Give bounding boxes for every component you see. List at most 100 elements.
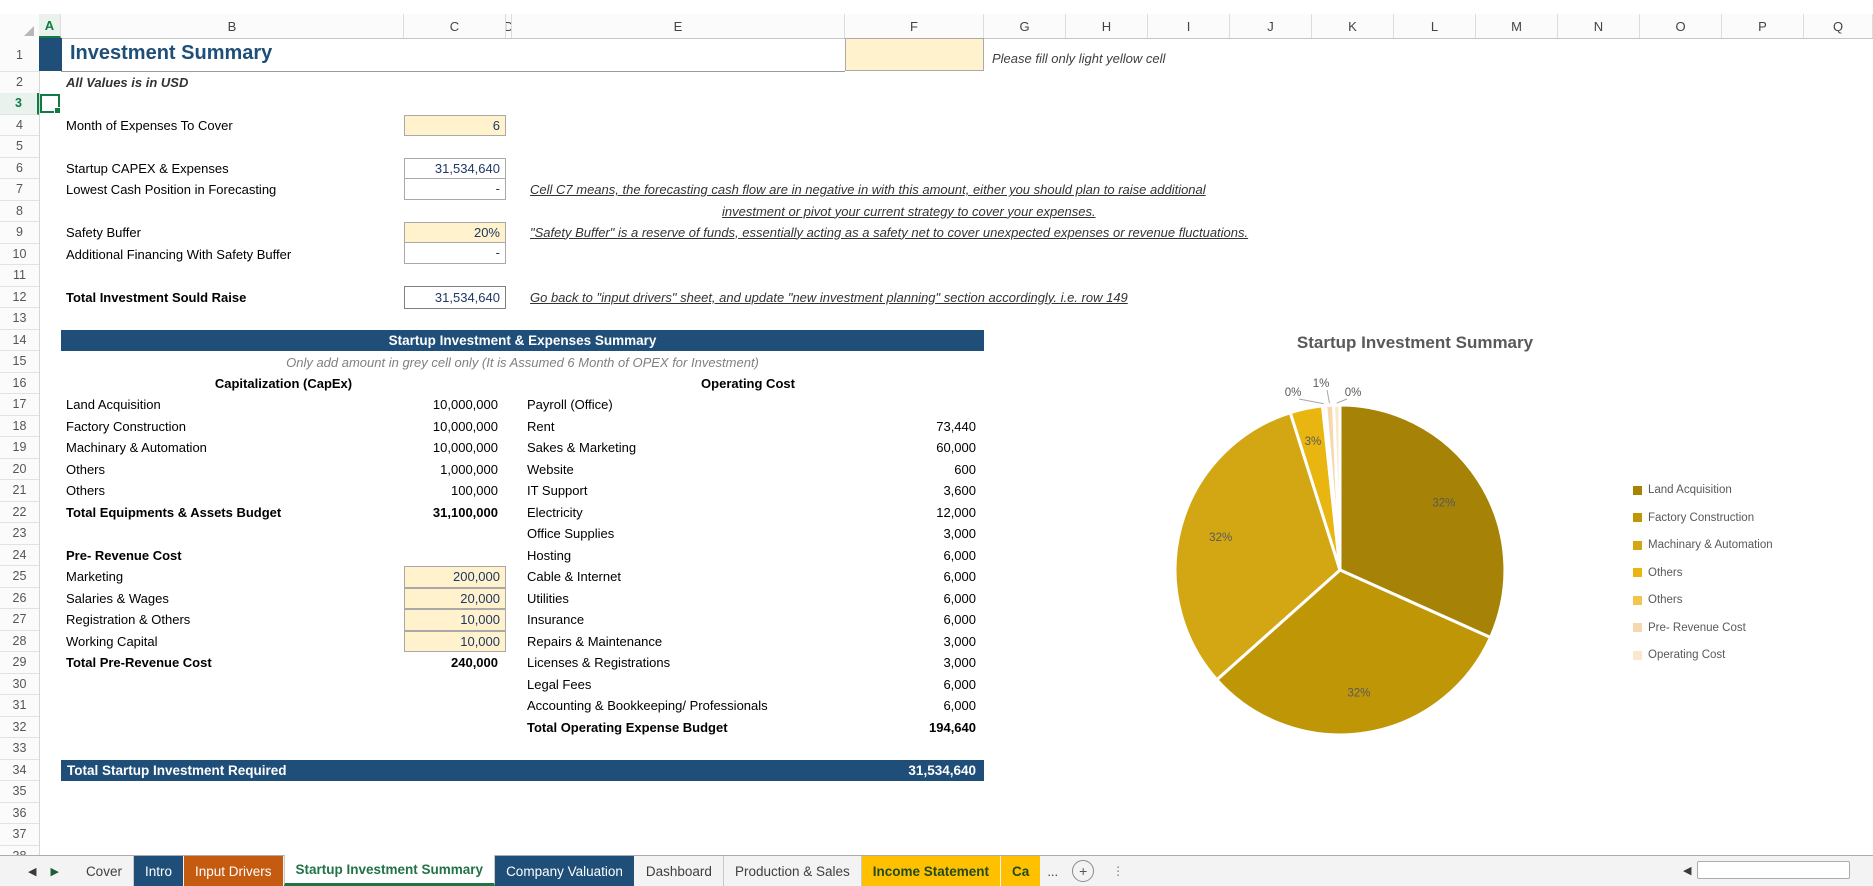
row-header-6[interactable]: 6 bbox=[0, 158, 39, 180]
legend-item[interactable]: Land Acquisition bbox=[1633, 484, 1773, 496]
column-header-O[interactable]: O bbox=[1640, 14, 1722, 38]
row-header-14[interactable]: 14 bbox=[0, 330, 39, 352]
row-header-30[interactable]: 30 bbox=[0, 674, 39, 696]
row-header-22[interactable]: 22 bbox=[0, 502, 39, 524]
column-header-B[interactable]: B bbox=[61, 14, 404, 38]
row-header-33[interactable]: 33 bbox=[0, 738, 39, 760]
table-row[interactable]: Land Acquisition10,000,000 bbox=[61, 394, 506, 416]
table-row[interactable]: Others100,000 bbox=[61, 480, 506, 502]
column-header-M[interactable]: M bbox=[1476, 14, 1558, 38]
row-header-26[interactable]: 26 bbox=[0, 588, 39, 610]
row-header-13[interactable]: 13 bbox=[0, 308, 39, 330]
row-header-3[interactable]: 3 bbox=[0, 93, 39, 115]
label-safety-buffer[interactable]: Safety Buffer bbox=[66, 222, 141, 244]
table-row[interactable]: Pre- Revenue Cost bbox=[61, 545, 506, 567]
row-header-25[interactable]: 25 bbox=[0, 566, 39, 588]
row-header-29[interactable]: 29 bbox=[0, 652, 39, 674]
row-header-16[interactable]: 16 bbox=[0, 373, 39, 395]
sheet-tab-input-drivers[interactable]: Input Drivers bbox=[184, 856, 284, 886]
label-startup-capex[interactable]: Startup CAPEX & Expenses bbox=[66, 158, 229, 180]
horizontal-scrollbar[interactable]: ◀ bbox=[1683, 861, 1850, 879]
row-header-31[interactable]: 31 bbox=[0, 695, 39, 717]
column-header-F[interactable]: F bbox=[845, 14, 984, 38]
row-header-4[interactable]: 4 bbox=[0, 115, 39, 137]
legend-item[interactable]: Pre- Revenue Cost bbox=[1633, 622, 1773, 634]
column-header-N[interactable]: N bbox=[1558, 14, 1640, 38]
table-row[interactable]: Marketing200,000 bbox=[61, 566, 506, 588]
select-all-icon[interactable] bbox=[24, 26, 34, 36]
label-total-investment[interactable]: Total Investment Sould Raise bbox=[66, 287, 246, 309]
table-row[interactable]: Accounting & Bookkeeping/ Professionals6… bbox=[512, 695, 984, 717]
row-header-9[interactable]: 9 bbox=[0, 222, 39, 244]
table-row[interactable]: Machinary & Automation10,000,000 bbox=[61, 437, 506, 459]
row-header-34[interactable]: 34 bbox=[0, 760, 39, 782]
row-input-cell[interactable]: 10,000 bbox=[404, 631, 506, 653]
table-row[interactable]: Electricity12,000 bbox=[512, 502, 984, 524]
row-header-35[interactable]: 35 bbox=[0, 781, 39, 803]
table-row[interactable]: Repairs & Maintenance3,000 bbox=[512, 631, 984, 653]
legend-item[interactable]: Others bbox=[1633, 567, 1773, 579]
table-row[interactable]: Rent73,440 bbox=[512, 416, 984, 438]
row-input-cell[interactable]: 10,000 bbox=[404, 609, 506, 631]
pie-chart[interactable]: 32%32%32%3%0%1%0% bbox=[1040, 340, 1640, 770]
input-safety-buffer[interactable]: 20% bbox=[404, 222, 506, 244]
table-row[interactable]: Total Pre-Revenue Cost240,000 bbox=[61, 652, 506, 674]
table-row[interactable]: Office Supplies3,000 bbox=[512, 523, 984, 545]
column-header-K[interactable]: K bbox=[1312, 14, 1394, 38]
column-header-C[interactable]: C bbox=[404, 14, 506, 38]
subtitle[interactable]: All Values is in USD bbox=[66, 72, 188, 94]
table-row[interactable] bbox=[61, 523, 506, 545]
sheet-tab-startup-investment-summary[interactable]: Startup Investment Summary bbox=[284, 855, 496, 886]
row-header-20[interactable]: 20 bbox=[0, 459, 39, 481]
sheet-tab-company-valuation[interactable]: Company Valuation bbox=[495, 856, 635, 886]
row-header-18[interactable]: 18 bbox=[0, 416, 39, 438]
capex-header[interactable]: Capitalization (CapEx) bbox=[61, 373, 506, 395]
row-header-11[interactable]: 11 bbox=[0, 265, 39, 287]
table-row[interactable]: Others1,000,000 bbox=[61, 459, 506, 481]
sheet-tab-intro[interactable]: Intro bbox=[134, 856, 184, 886]
tab-scroll-left-icon[interactable]: ◀ bbox=[28, 865, 36, 878]
table-row[interactable]: Working Capital10,000 bbox=[61, 631, 506, 653]
total-required-bar[interactable]: Total Startup Investment Required 31,534… bbox=[61, 760, 984, 782]
sheet-tab-dashboard[interactable]: Dashboard bbox=[635, 856, 724, 886]
row-header-5[interactable]: 5 bbox=[0, 136, 39, 158]
row-input-cell[interactable]: 200,000 bbox=[404, 566, 506, 588]
table-row[interactable]: Legal Fees6,000 bbox=[512, 674, 984, 696]
row-header-8[interactable]: 8 bbox=[0, 201, 39, 223]
column-header-E[interactable]: E bbox=[512, 14, 845, 38]
sheet-tab-cover[interactable]: Cover bbox=[75, 856, 134, 886]
legend-item[interactable]: Factory Construction bbox=[1633, 512, 1773, 524]
scrollbar-track[interactable] bbox=[1697, 861, 1850, 879]
row-header-27[interactable]: 27 bbox=[0, 609, 39, 631]
tab-scroll-right-icon[interactable]: ▶ bbox=[50, 865, 58, 878]
row-header-21[interactable]: 21 bbox=[0, 480, 39, 502]
column-header-Q[interactable]: Q bbox=[1804, 14, 1873, 38]
page-title[interactable]: Investment Summary bbox=[70, 43, 272, 65]
table-row[interactable]: Utilities6,000 bbox=[512, 588, 984, 610]
row-header-24[interactable]: 24 bbox=[0, 545, 39, 567]
legend-item[interactable]: Operating Cost bbox=[1633, 649, 1773, 661]
table-row[interactable]: IT Support3,600 bbox=[512, 480, 984, 502]
f1-input-cell[interactable] bbox=[845, 38, 984, 71]
row-header-37[interactable]: 37 bbox=[0, 824, 39, 846]
row-header-28[interactable]: 28 bbox=[0, 631, 39, 653]
table-row[interactable]: Payroll (Office) bbox=[512, 394, 984, 416]
column-header-L[interactable]: L bbox=[1394, 14, 1476, 38]
label-additional-financing[interactable]: Additional Financing With Safety Buffer bbox=[66, 244, 291, 266]
sheet-tab-production-sales[interactable]: Production & Sales bbox=[724, 856, 862, 886]
table-row[interactable]: Factory Construction10,000,000 bbox=[61, 416, 506, 438]
column-header-H[interactable]: H bbox=[1066, 14, 1148, 38]
table-row[interactable]: Sakes & Marketing60,000 bbox=[512, 437, 984, 459]
row-header-2[interactable]: 2 bbox=[0, 72, 39, 94]
summary-banner[interactable]: Startup Investment & Expenses Summary bbox=[61, 330, 984, 352]
table-row[interactable]: Licenses & Registrations3,000 bbox=[512, 652, 984, 674]
table-row[interactable]: Cable & Internet6,000 bbox=[512, 566, 984, 588]
column-header-A[interactable]: A bbox=[39, 14, 61, 38]
tabbar-kebab-icon[interactable]: ⋮ bbox=[1112, 864, 1125, 878]
column-header-G[interactable]: G bbox=[984, 14, 1066, 38]
row-header-15[interactable]: 15 bbox=[0, 351, 39, 373]
table-row[interactable]: Salaries & Wages20,000 bbox=[61, 588, 506, 610]
table-row[interactable]: Hosting6,000 bbox=[512, 545, 984, 567]
row-header-7[interactable]: 7 bbox=[0, 179, 39, 201]
row-header-19[interactable]: 19 bbox=[0, 437, 39, 459]
